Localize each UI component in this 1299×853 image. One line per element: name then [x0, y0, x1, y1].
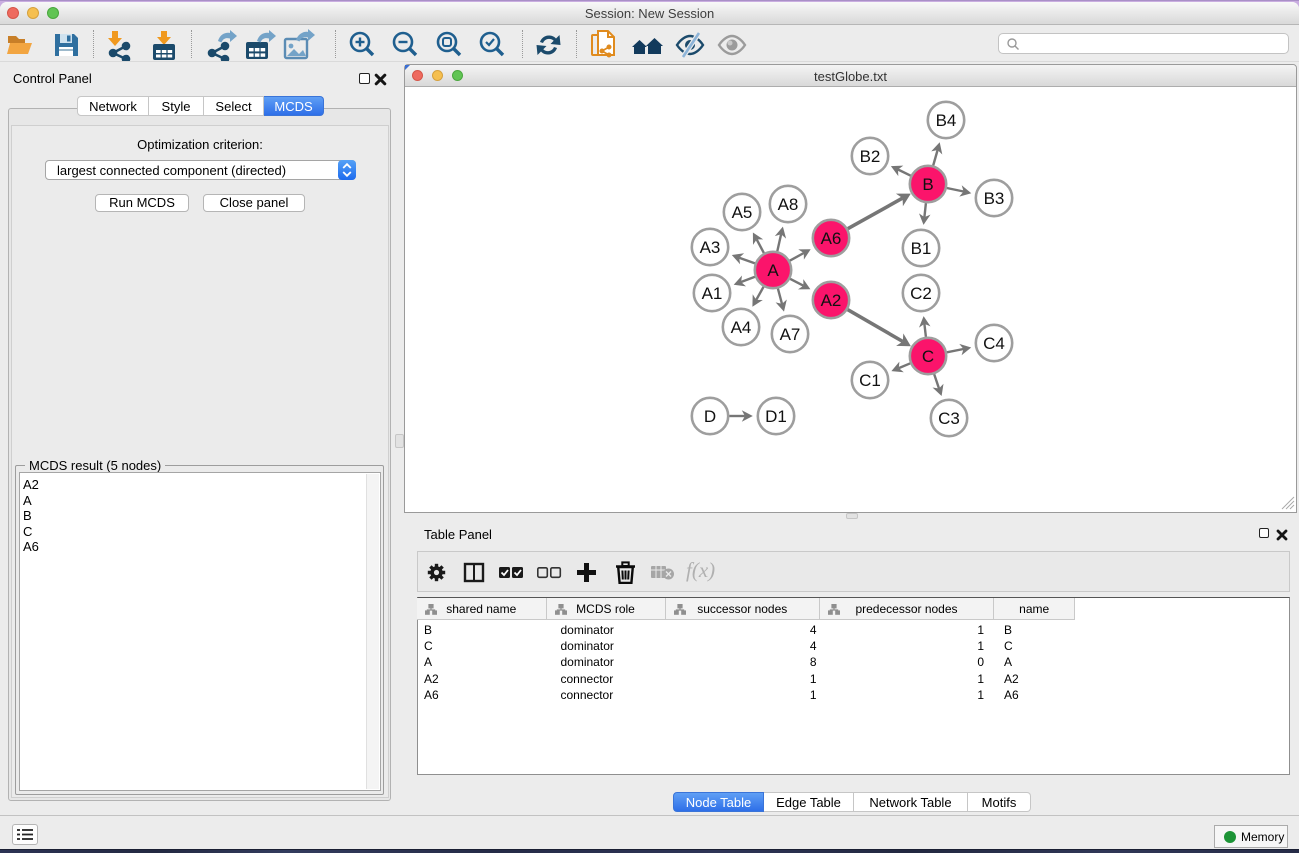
svg-text:B: B [922, 175, 933, 194]
svg-text:B2: B2 [860, 147, 881, 166]
svg-text:A3: A3 [700, 238, 721, 257]
svg-text:B4: B4 [936, 111, 957, 130]
svg-text:A2: A2 [821, 291, 842, 310]
svg-text:A7: A7 [780, 325, 801, 344]
svg-text:A6: A6 [821, 229, 842, 248]
svg-text:D1: D1 [765, 407, 787, 426]
svg-text:A4: A4 [731, 318, 752, 337]
svg-text:A: A [767, 261, 779, 280]
svg-text:C3: C3 [938, 409, 960, 428]
svg-text:A1: A1 [702, 284, 723, 303]
svg-text:A8: A8 [778, 195, 799, 214]
svg-text:C: C [922, 347, 934, 366]
svg-text:C4: C4 [983, 334, 1005, 353]
svg-text:C1: C1 [859, 371, 881, 390]
svg-text:B1: B1 [911, 239, 932, 258]
svg-text:D: D [704, 407, 716, 426]
svg-text:C2: C2 [910, 284, 932, 303]
svg-text:B3: B3 [984, 189, 1005, 208]
svg-text:A5: A5 [732, 203, 753, 222]
